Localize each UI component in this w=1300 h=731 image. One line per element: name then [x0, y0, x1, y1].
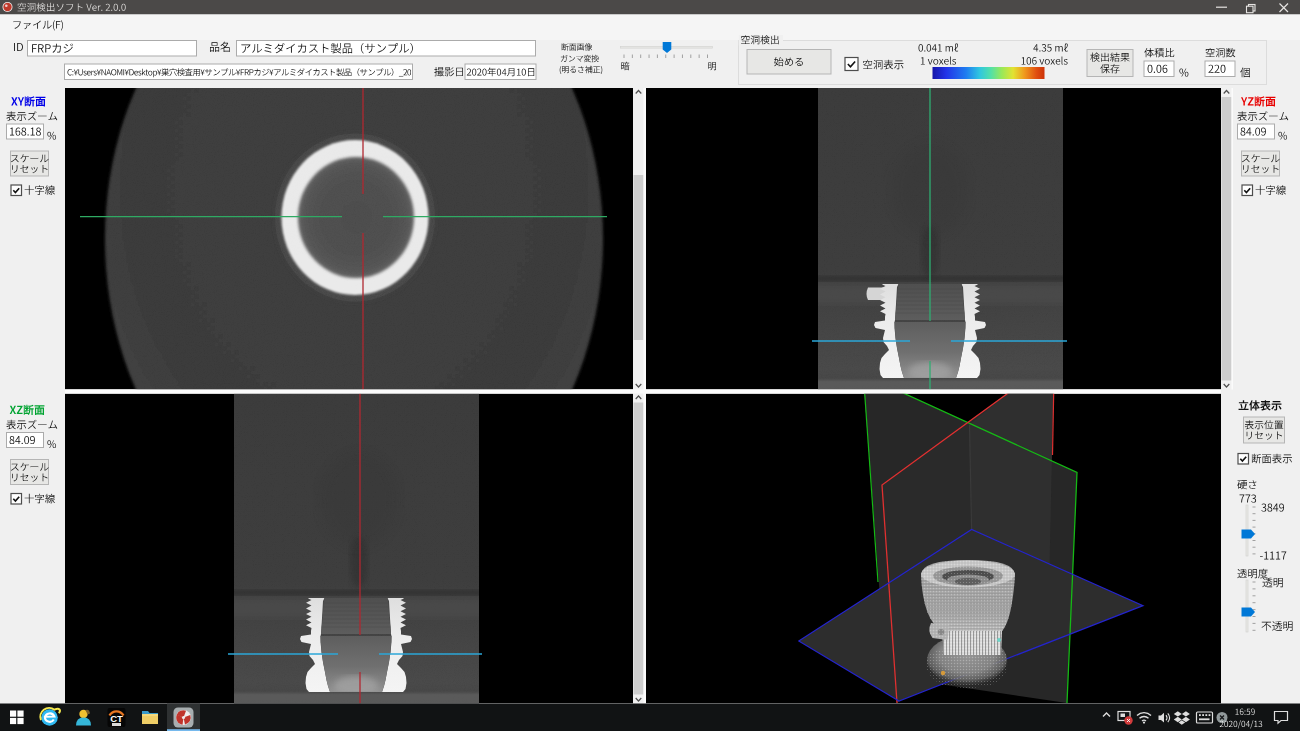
svg-text:CT: CT: [110, 713, 123, 724]
